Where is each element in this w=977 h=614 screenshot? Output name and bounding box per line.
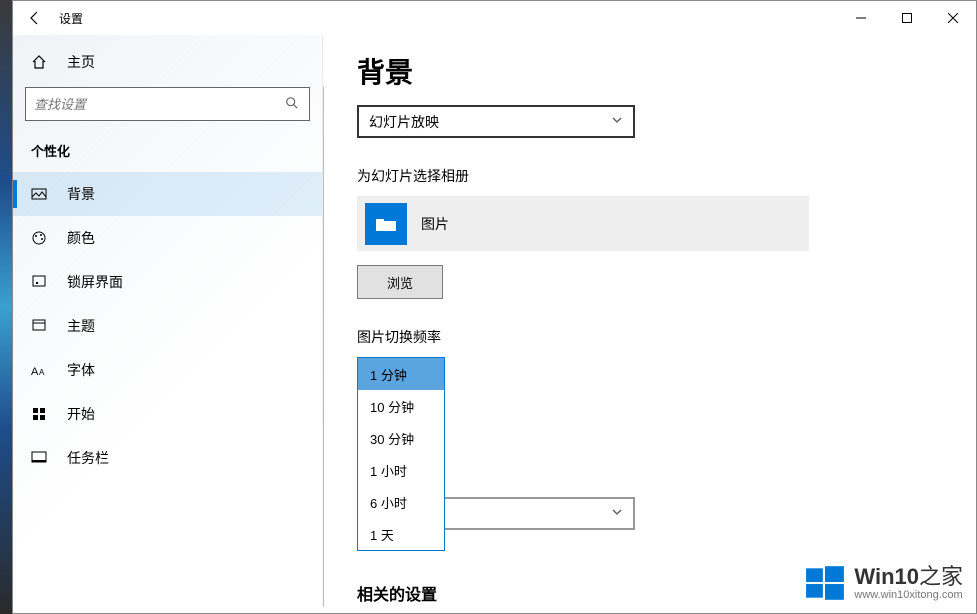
- search-input[interactable]: [34, 97, 285, 112]
- interval-option[interactable]: 1 分钟: [358, 358, 444, 390]
- interval-option[interactable]: 1 天: [358, 518, 444, 550]
- minimize-button[interactable]: [838, 3, 884, 33]
- close-button[interactable]: [930, 3, 976, 33]
- nav-label: 背景: [67, 184, 95, 204]
- related-settings-heading: 相关的设置: [357, 581, 437, 605]
- watermark-brand: Win10: [854, 564, 919, 589]
- browse-button[interactable]: 浏览: [357, 265, 443, 299]
- watermark-url: www.win10xitong.com: [854, 589, 963, 601]
- svg-text:A: A: [31, 366, 39, 378]
- win10-logo-icon: [804, 562, 846, 604]
- taskbar-icon: [31, 450, 51, 466]
- folder-thumb: [365, 203, 407, 245]
- nav-lockscreen[interactable]: 锁屏界面: [13, 260, 322, 304]
- theme-icon: [31, 318, 51, 334]
- page-heading: 背景: [357, 51, 976, 91]
- album-label: 为幻灯片选择相册: [357, 166, 976, 186]
- search-icon: [285, 96, 301, 113]
- background-mode-dropdown[interactable]: 幻灯片放映: [357, 105, 635, 138]
- nav-label: 主题: [67, 316, 95, 336]
- watermark: Win10之家 www.win10xitong.com: [804, 562, 963, 604]
- nav-taskbar[interactable]: 任务栏: [13, 436, 322, 480]
- font-icon: AA: [31, 362, 51, 378]
- back-button[interactable]: [19, 2, 51, 34]
- nav-label: 任务栏: [67, 448, 109, 468]
- home-link[interactable]: 主页: [13, 41, 322, 83]
- chevron-down-icon: [611, 506, 623, 521]
- nav-background[interactable]: 背景: [13, 172, 322, 216]
- window-title: 设置: [59, 10, 83, 27]
- titlebar: 设置: [13, 1, 976, 35]
- browse-label: 浏览: [387, 273, 413, 292]
- palette-icon: [31, 230, 51, 246]
- interval-option[interactable]: 6 小时: [358, 486, 444, 518]
- chevron-down-icon: [611, 114, 623, 129]
- album-selection[interactable]: 图片: [357, 196, 809, 251]
- nav-colors[interactable]: 颜色: [13, 216, 322, 260]
- nav-label: 颜色: [67, 228, 95, 248]
- nav-label: 字体: [67, 360, 95, 380]
- window-controls: [838, 3, 976, 33]
- nav-label: 开始: [67, 404, 95, 424]
- interval-option[interactable]: 10 分钟: [358, 390, 444, 422]
- album-name: 图片: [421, 214, 449, 234]
- start-icon: [31, 406, 51, 422]
- home-icon: [31, 54, 51, 70]
- home-label: 主页: [67, 52, 95, 72]
- section-label: 个性化: [13, 135, 322, 172]
- dropdown-value: 幻灯片放映: [369, 112, 439, 132]
- interval-option[interactable]: 1 小时: [358, 454, 444, 486]
- search-box[interactable]: [25, 87, 310, 121]
- content-area: 背景 幻灯片放映 为幻灯片选择相册 图片 浏览 图片切换频率: [323, 35, 976, 613]
- interval-label: 图片切换频率: [357, 327, 976, 347]
- watermark-suffix: 之家: [919, 564, 963, 589]
- sidebar: 主页 个性化 背景 颜色: [13, 35, 323, 613]
- svg-text:A: A: [39, 368, 45, 377]
- lockscreen-icon: [31, 274, 51, 290]
- nav-fonts[interactable]: AA 字体: [13, 348, 322, 392]
- scroll-indicator[interactable]: [323, 87, 324, 607]
- desktop-strip: [0, 0, 12, 614]
- settings-window: 设置 主页: [12, 0, 977, 614]
- nav-themes[interactable]: 主题: [13, 304, 322, 348]
- nav-label: 锁屏界面: [67, 272, 123, 292]
- interval-dropdown-list: 1 分钟 10 分钟 30 分钟 1 小时 6 小时 1 天: [357, 357, 445, 551]
- interval-option[interactable]: 30 分钟: [358, 422, 444, 454]
- picture-icon: [31, 186, 51, 202]
- maximize-button[interactable]: [884, 3, 930, 33]
- nav-start[interactable]: 开始: [13, 392, 322, 436]
